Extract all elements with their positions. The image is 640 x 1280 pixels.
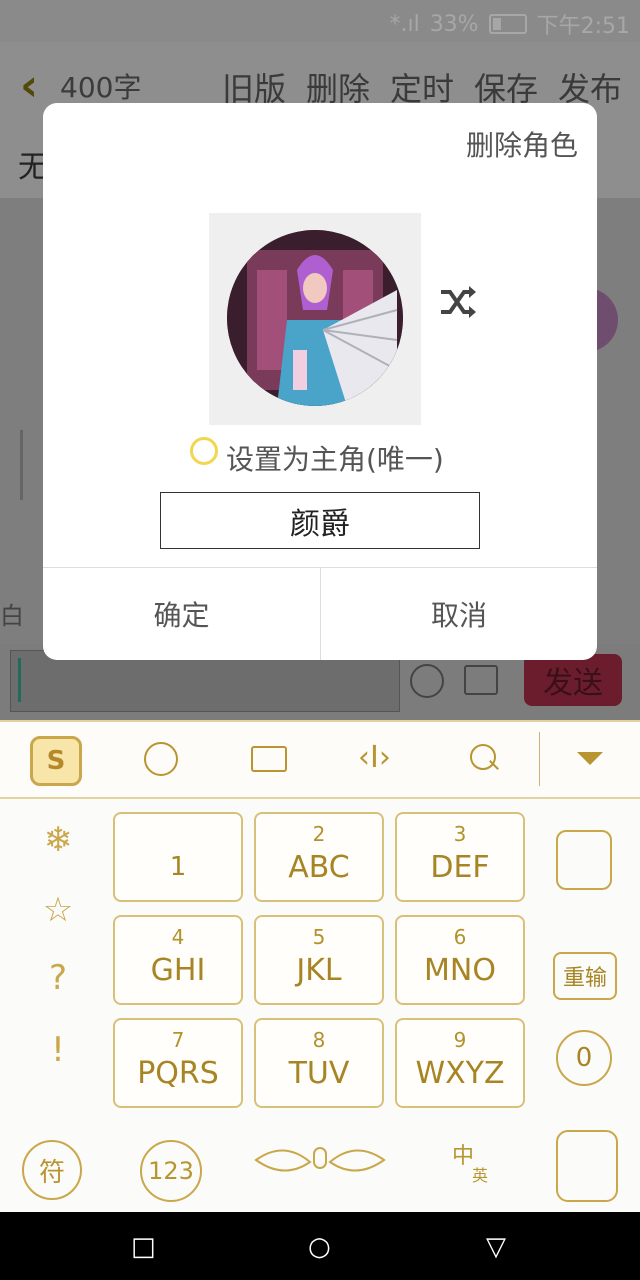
key-number: 5: [312, 925, 326, 949]
word-count: 400字: [60, 71, 142, 104]
key-letters: WXYZ: [415, 1056, 505, 1091]
key-4[interactable]: 4 GHI: [113, 915, 243, 1005]
collapse-icon[interactable]: [577, 752, 603, 765]
key-9[interactable]: 9 WXYZ: [395, 1018, 525, 1108]
key-letters: JKL: [296, 953, 342, 988]
status-indicators: *.ıl 33% 下午2:51: [389, 8, 630, 40]
key-number: 7: [171, 1028, 185, 1052]
key-letters: TUV: [288, 1056, 350, 1091]
home-icon[interactable]: ○: [308, 1232, 331, 1262]
key-letters: DEF: [430, 850, 490, 885]
snowflake-icon[interactable]: ❄: [28, 820, 88, 860]
back-icon[interactable]: ▽: [486, 1232, 506, 1262]
key-5[interactable]: 5 JKL: [254, 915, 384, 1005]
birds-mic-icon: [254, 1147, 386, 1172]
delete-role-button[interactable]: 删除角色: [466, 124, 578, 164]
chinese-label: 中: [452, 1144, 475, 1169]
heart-question-icon[interactable]: ?: [28, 958, 88, 998]
reenter-button[interactable]: 重输: [553, 952, 617, 1000]
main-role-radio[interactable]: [190, 437, 218, 465]
sogou-logo-icon[interactable]: S: [30, 736, 82, 786]
key-1[interactable]: 1: [113, 812, 243, 902]
image-icon[interactable]: [464, 665, 498, 695]
key-7[interactable]: 7 PQRS: [113, 1018, 243, 1108]
back-chevron-icon[interactable]: ‹: [20, 60, 38, 111]
battery-icon: [488, 14, 527, 34]
space-key[interactable]: [254, 1140, 386, 1180]
key-number: 8: [312, 1028, 326, 1052]
key-3[interactable]: 3 DEF: [395, 812, 525, 902]
key-8[interactable]: 8 TUV: [254, 1018, 384, 1108]
key-letters: PQRS: [137, 1056, 219, 1091]
confirm-button[interactable]: 确定: [43, 567, 320, 660]
key-letters: ABC: [288, 850, 350, 885]
cursor-icon[interactable]: ‹I›: [358, 740, 391, 775]
battery-percent: 33%: [429, 11, 479, 37]
narration-button[interactable]: 白: [0, 596, 24, 631]
main-role-label: 设置为主角(唯一): [226, 443, 444, 476]
key-letters: GHI: [150, 953, 206, 988]
star-icon[interactable]: ☆: [28, 890, 88, 930]
english-label: 英: [472, 1166, 489, 1185]
key-0[interactable]: 0: [556, 1030, 612, 1086]
emoji-icon[interactable]: [410, 664, 444, 698]
text-cursor: [18, 658, 21, 702]
drum-delete-icon[interactable]: [556, 830, 612, 890]
numbers-key[interactable]: 123: [140, 1140, 202, 1202]
cancel-button[interactable]: 取消: [321, 567, 597, 660]
key-number: 3: [453, 822, 467, 846]
key-6[interactable]: 6 MNO: [395, 915, 525, 1005]
role-name-input[interactable]: 颜爵: [160, 492, 480, 549]
key-label: 1: [169, 852, 187, 882]
exclamation-icon[interactable]: !: [28, 1030, 88, 1070]
key-number: 9: [453, 1028, 467, 1052]
toolbar-separator: [539, 732, 540, 786]
role-avatar[interactable]: [227, 230, 403, 406]
send-button[interactable]: 发送: [524, 654, 622, 706]
recent-apps-icon[interactable]: □: [131, 1232, 156, 1262]
keyboard-toolbar: [0, 720, 640, 799]
search-icon[interactable]: [470, 744, 496, 770]
key-number: 4: [171, 925, 185, 949]
key-letters: MNO: [424, 953, 496, 988]
keyboard-top-border: [0, 720, 640, 722]
key-number: 2: [312, 822, 326, 846]
emoji-icon[interactable]: [144, 742, 178, 776]
enter-key[interactable]: [556, 1130, 618, 1202]
keyboard-icon[interactable]: [251, 746, 287, 772]
key-2[interactable]: 2 ABC: [254, 812, 384, 902]
symbol-key[interactable]: 符: [22, 1140, 82, 1200]
shuffle-icon[interactable]: [438, 282, 478, 326]
chinese-english-key[interactable]: 中 英: [444, 1130, 500, 1192]
clock: 下午2:51: [536, 14, 630, 39]
signal-text: *.ıl: [389, 11, 420, 37]
key-number: 6: [453, 925, 467, 949]
